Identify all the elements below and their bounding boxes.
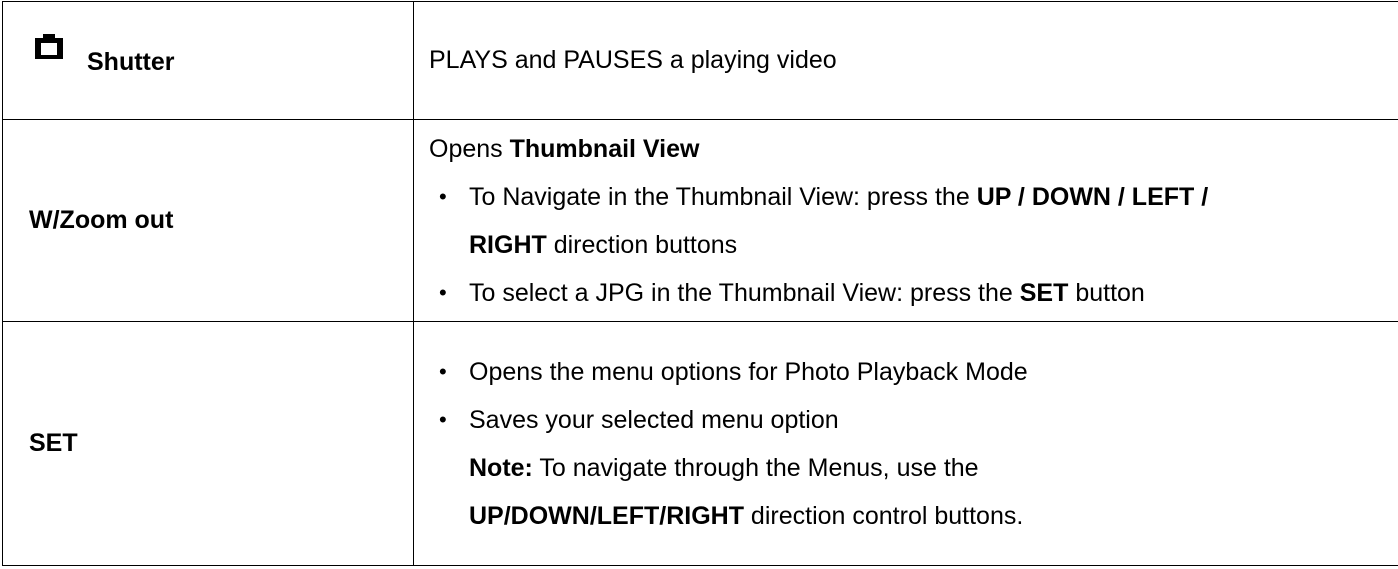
key-cell: Shutter [2, 1, 414, 120]
desc-heading: Opens Thumbnail View [429, 134, 700, 163]
bullet-item: • Opens the menu options for Photo Playb… [429, 348, 1398, 396]
button-function-table: Shutter PLAYS and PAUSES a playing video… [2, 1, 1398, 566]
desc-cell: • Opens the menu options for Photo Playb… [413, 321, 1398, 566]
bullet-item: • To Navigate in the Thumbnail View: pre… [429, 173, 1398, 221]
key-label: SET [29, 429, 78, 457]
key-label: W/Zoom out [29, 206, 174, 234]
bullet-icon: • [439, 358, 447, 384]
desc-cell: Opens Thumbnail View • To Navigate in th… [413, 119, 1398, 322]
camera-icon [35, 33, 63, 59]
desc-text: PLAYS and PAUSES a playing video [429, 46, 837, 74]
table-row: SET • Opens the menu options for Photo P… [2, 321, 1398, 566]
key-cell: SET [2, 321, 414, 566]
bullet-icon: • [439, 279, 447, 305]
key-label: Shutter [87, 48, 175, 76]
bullet-item: • Saves your selected menu option [429, 396, 1398, 444]
desc-cell: PLAYS and PAUSES a playing video [413, 1, 1398, 120]
bullet-icon: • [439, 406, 447, 432]
key-cell: W/Zoom out [2, 119, 414, 322]
note-line: Note: To navigate through the Menus, use… [469, 453, 979, 482]
bullet-continuation: RIGHT direction buttons [469, 230, 738, 259]
bullet-item: • To select a JPG in the Thumbnail View:… [429, 269, 1398, 317]
manual-page: Shutter PLAYS and PAUSES a playing video… [0, 0, 1398, 569]
note-continuation: UP/DOWN/LEFT/RIGHT direction control but… [469, 501, 1024, 530]
table-row: Shutter PLAYS and PAUSES a playing video [2, 1, 1398, 120]
table-row: W/Zoom out Opens Thumbnail View • To Nav… [2, 119, 1398, 322]
bullet-icon: • [439, 183, 447, 209]
